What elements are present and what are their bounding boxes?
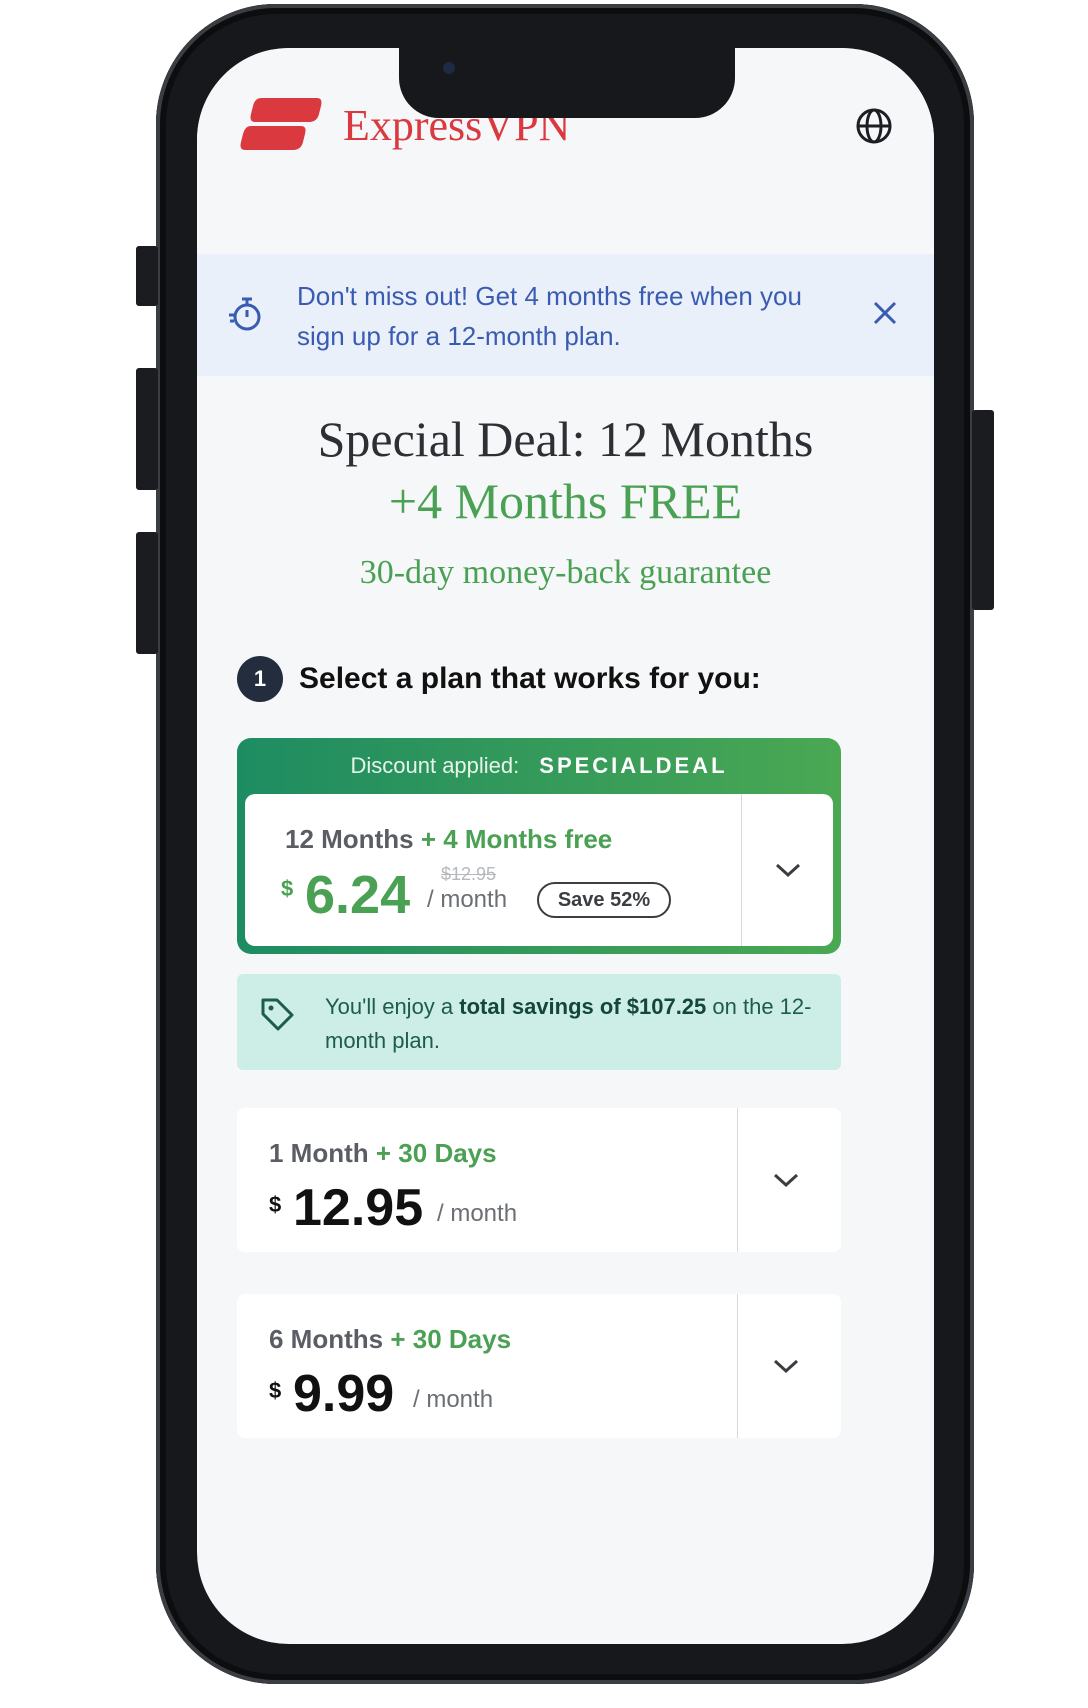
- currency-symbol: $: [269, 1192, 282, 1217]
- currency-symbol: $: [281, 876, 294, 901]
- savings-amount: total savings of $107.25: [459, 994, 707, 1019]
- money-back-guarantee: 30-day money-back guarantee: [359, 554, 772, 591]
- hero-title: Special Deal: 12 Months: [317, 411, 814, 467]
- close-icon[interactable]: [870, 298, 900, 328]
- plan-name: 12 Months + 4 Months free: [285, 824, 612, 855]
- phone-screen: ExpressVPN Don't miss out! Get 4 months …: [197, 48, 934, 1644]
- camera-icon: [443, 62, 455, 74]
- discount-label: Discount applied:: [350, 753, 520, 778]
- price-tag-icon: [261, 998, 294, 1031]
- divider: [741, 794, 742, 946]
- price-period: / month: [427, 886, 508, 913]
- phone-notch: [399, 48, 735, 118]
- promo-text: Don't miss out! Get 4 months free when y…: [297, 281, 802, 351]
- step-number-badge: 1: [237, 656, 283, 702]
- plan-card-6-months[interactable]: 6 Months + 30 Days $ 9.99 / month: [237, 1294, 841, 1438]
- selected-plan-card[interactable]: Discount applied: SPECIALDEAL 12 Months …: [237, 738, 841, 954]
- plan-name: 6 Months + 30 Days: [269, 1324, 511, 1355]
- original-price: $12.95: [441, 864, 497, 884]
- plan-name: 1 Month + 30 Days: [269, 1138, 497, 1169]
- plan-bonus: + 30 Days: [375, 1138, 497, 1168]
- plan-duration: 12 Months: [285, 824, 414, 854]
- plan-duration: 1 Month: [269, 1138, 369, 1168]
- silent-switch: [136, 246, 158, 306]
- currency-symbol: $: [269, 1378, 282, 1403]
- chevron-down-icon[interactable]: [773, 1358, 799, 1374]
- stopwatch-icon: [229, 297, 261, 331]
- chevron-down-icon[interactable]: [775, 862, 801, 878]
- discount-code: SPECIALDEAL: [539, 753, 728, 778]
- chevron-down-icon[interactable]: [773, 1172, 799, 1188]
- plan-duration: 6 Months: [269, 1324, 384, 1354]
- plan-price: 6.24: [305, 865, 411, 925]
- price-period: / month: [437, 1200, 518, 1227]
- plan-bonus: + 30 Days: [390, 1324, 512, 1354]
- savings-notice: You'll enjoy a total savings of $107.25 …: [237, 974, 841, 1070]
- volume-down-button: [136, 532, 158, 654]
- plan-price: 9.99: [293, 1365, 395, 1423]
- divider: [737, 1108, 738, 1252]
- savings-prefix: You'll enjoy a: [325, 994, 460, 1019]
- power-button: [972, 410, 994, 610]
- divider: [737, 1294, 738, 1438]
- promo-banner: Don't miss out! Get 4 months free when y…: [197, 254, 934, 376]
- selected-plan-body[interactable]: 12 Months + 4 Months free $ 6.24 $12.95 …: [245, 794, 833, 946]
- price-period: / month: [413, 1386, 494, 1413]
- expressvpn-logo[interactable]: [239, 94, 323, 162]
- step-title: Select a plan that works for you:: [299, 662, 761, 695]
- discount-banner: Discount applied: SPECIALDEAL: [237, 738, 841, 794]
- plan-bonus: + 4 Months free: [420, 824, 613, 854]
- hero-subtitle: +4 Months FREE: [388, 473, 743, 529]
- globe-icon[interactable]: [854, 106, 894, 146]
- savings-text: You'll enjoy a total savings of $107.25 …: [325, 990, 815, 1058]
- save-badge: Save 52%: [537, 882, 671, 918]
- plan-card-1-month[interactable]: 1 Month + 30 Days $ 12.95 / month: [237, 1108, 841, 1252]
- volume-up-button: [136, 368, 158, 490]
- plan-price: 12.95: [293, 1179, 424, 1237]
